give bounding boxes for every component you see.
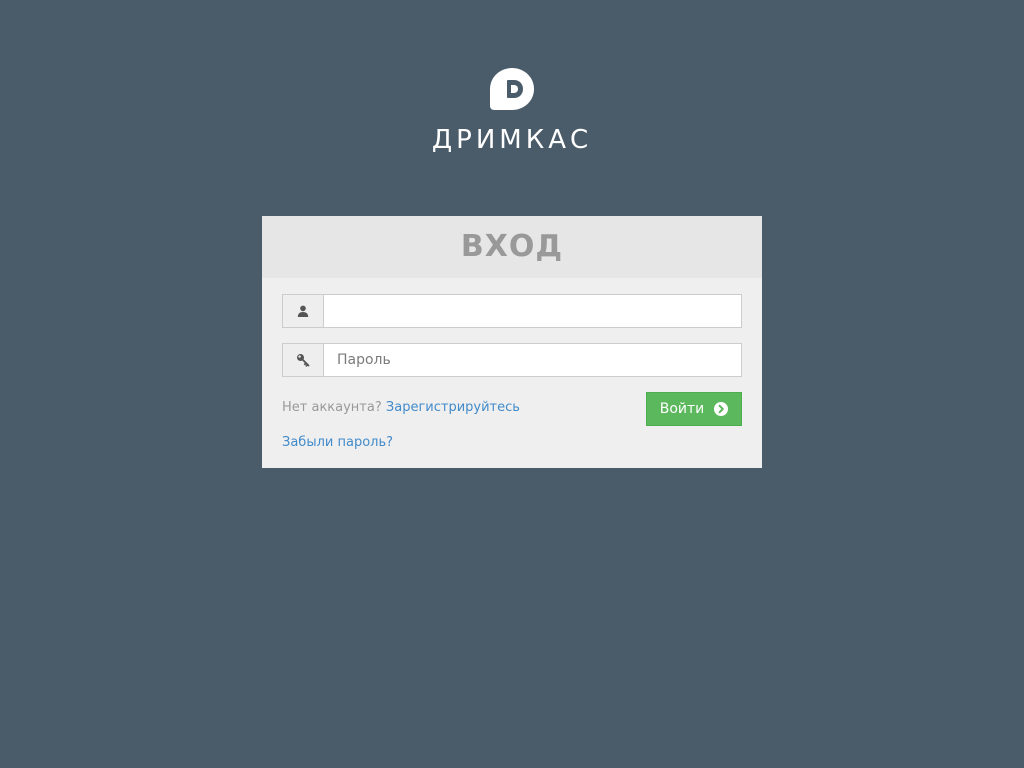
login-title: ВХОД: [460, 229, 564, 264]
username-input-group: [282, 294, 742, 328]
password-addon: [283, 344, 324, 376]
login-form: Нет аккаунта? Зарегистрируйтесь Забыли п…: [262, 278, 762, 451]
password-input-group: [282, 343, 742, 377]
brand-logo: ДРИМКАС: [0, 66, 1024, 156]
login-button-label: Войти: [659, 401, 705, 417]
login-page: ДРИМКАС ВХОД Нет аккаунта? Зарегистрируй…: [0, 0, 1024, 768]
login-actions-row: Нет аккаунта? Зарегистрируйтесь Забыли п…: [282, 392, 742, 451]
brand-name: ДРИМКАС: [431, 125, 593, 155]
no-account-text: Нет аккаунта?: [282, 400, 382, 415]
key-icon: [297, 354, 310, 367]
login-card-header: ВХОД: [262, 216, 762, 278]
password-input[interactable]: [324, 344, 741, 376]
register-link[interactable]: Зарегистрируйтесь: [386, 400, 520, 415]
account-links: Нет аккаунта? Зарегистрируйтесь Забыли п…: [282, 392, 520, 451]
username-input[interactable]: [324, 295, 741, 327]
dreamkas-logo-icon: [490, 68, 534, 110]
chevron-circle-right-icon: [714, 402, 729, 416]
user-icon: [297, 305, 309, 317]
forgot-password-link[interactable]: Забыли пароль?: [282, 435, 393, 451]
login-button[interactable]: Войти: [646, 392, 742, 426]
username-addon: [283, 295, 324, 327]
login-card: ВХОД Нет аккаунта? Зарегистрируйтесь Заб…: [262, 216, 762, 468]
